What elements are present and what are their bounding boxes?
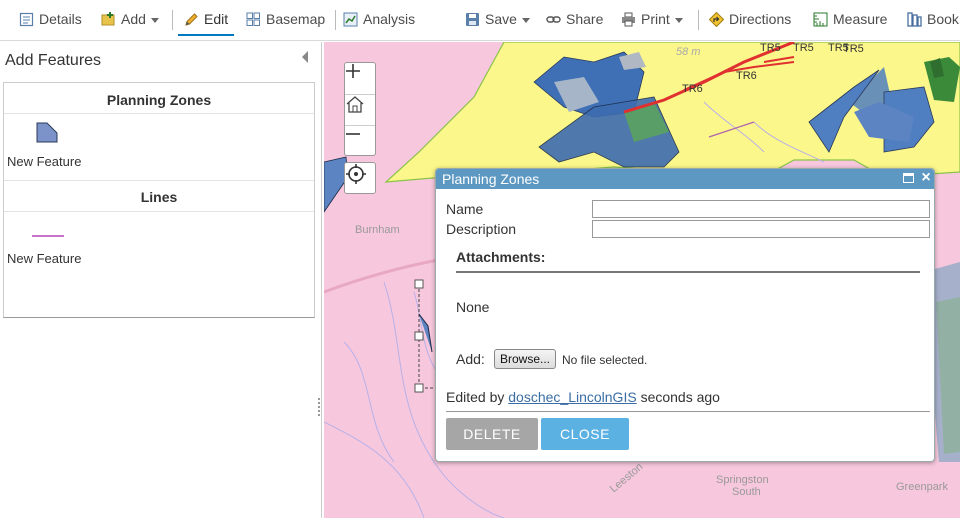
minus-icon: [346, 133, 360, 135]
zoom-out-button[interactable]: [345, 125, 375, 156]
maximize-icon[interactable]: [903, 173, 914, 183]
print-label: Print: [641, 11, 670, 27]
toolbar-divider: [698, 10, 699, 30]
map-scale-text: 58 m: [676, 46, 701, 58]
collapse-panel-arrow-icon[interactable]: [302, 51, 308, 63]
printer-icon: [621, 12, 636, 27]
polygon-symbol-icon: [35, 121, 59, 146]
attachments-title: Attachments:: [456, 249, 546, 265]
road-label: TR5: [793, 42, 814, 54]
place-label: South: [732, 486, 761, 498]
directions-button[interactable]: Directions: [708, 0, 792, 38]
details-label: Details: [39, 11, 82, 27]
add-label: Add: [121, 11, 146, 27]
line-symbol-icon: [32, 226, 64, 242]
popup-divider: [446, 411, 930, 412]
share-label: Share: [566, 11, 604, 27]
template-item-label: New Feature: [7, 154, 82, 169]
delete-button[interactable]: DELETE: [446, 418, 538, 450]
basemap-grid-icon: [246, 12, 261, 27]
basemap-button[interactable]: Basemap: [246, 0, 325, 38]
divider: [4, 180, 314, 181]
basemap-label: Basemap: [266, 11, 326, 27]
template-group-header: Planning Zones: [106, 92, 212, 108]
measure-label: Measure: [833, 11, 888, 27]
attachments-divider: [456, 271, 920, 273]
road-label: TR5: [760, 42, 781, 54]
print-button[interactable]: Print: [621, 0, 683, 38]
template-item-planning-zone[interactable]: New Feature: [4, 114, 314, 180]
close-button[interactable]: CLOSE: [541, 418, 629, 450]
measure-ruler-icon: [813, 12, 828, 27]
chevron-down-icon: [674, 17, 683, 23]
locate-crosshair-icon: [346, 164, 366, 184]
add-button[interactable]: Add: [101, 0, 159, 38]
bookmarks-label: Book: [927, 11, 959, 27]
road-label: TR6: [682, 83, 703, 95]
template-item-line[interactable]: New Feature: [4, 212, 314, 278]
home-icon: [346, 96, 364, 113]
place-label: Springston: [716, 474, 769, 486]
edit-label: Edit: [204, 11, 229, 27]
analysis-label: Analysis: [363, 11, 416, 27]
add-data-icon: [101, 11, 116, 27]
toolbar-divider: [172, 10, 173, 30]
close-icon[interactable]: ×: [919, 170, 933, 186]
bookmarks-icon: [907, 11, 922, 27]
zoom-in-button[interactable]: [345, 63, 375, 94]
edit-button[interactable]: Edit: [177, 0, 235, 38]
edit-info: Edited by doschec_LincolnGIS seconds ago: [446, 389, 720, 405]
browse-button[interactable]: Browse...: [494, 349, 556, 369]
plus-icon: [346, 64, 360, 78]
chevron-down-icon: [150, 17, 159, 23]
locate-button[interactable]: [344, 162, 376, 194]
toolbar-divider: [335, 10, 336, 30]
field-label-name: Name: [446, 201, 484, 217]
edited-prefix: Edited by: [446, 389, 505, 405]
edited-suffix: seconds ago: [640, 389, 720, 405]
zoom-controls: [344, 62, 376, 156]
place-label: Burnham: [355, 224, 400, 236]
link-icon: [546, 12, 561, 27]
chevron-down-icon: [521, 17, 530, 23]
add-attachment-label: Add:: [456, 351, 485, 367]
pencil-icon: [184, 12, 199, 27]
save-icon: [465, 12, 480, 27]
details-icon: [19, 12, 34, 27]
directions-label: Directions: [729, 11, 792, 27]
panel-title: Add Features: [5, 52, 102, 69]
place-label: Greenpark: [896, 481, 948, 493]
directions-icon: [708, 11, 725, 27]
measure-button[interactable]: Measure: [813, 0, 887, 38]
feature-popup: Planning Zones × Name Description Attach…: [435, 168, 935, 462]
template-item-label: New Feature: [7, 251, 82, 266]
panel-resize-handle[interactable]: [318, 398, 320, 416]
popup-header: Planning Zones ×: [436, 169, 934, 189]
description-field[interactable]: [592, 220, 930, 238]
save-button[interactable]: Save: [465, 0, 530, 38]
analysis-button[interactable]: Analysis: [343, 0, 415, 38]
home-button[interactable]: [345, 94, 375, 125]
details-button[interactable]: Details: [19, 0, 82, 38]
save-label: Save: [485, 11, 517, 27]
attachments-empty-text: None: [456, 299, 490, 315]
no-file-selected-text: No file selected.: [562, 353, 648, 367]
editor-user-link[interactable]: doschec_LincolnGIS: [508, 389, 636, 405]
add-features-panel: Add Features Planning Zones New Feature …: [0, 42, 322, 518]
road-label: TR6: [736, 70, 757, 82]
share-button[interactable]: Share: [546, 0, 603, 38]
template-group-header: Lines: [140, 189, 178, 205]
name-field[interactable]: [592, 200, 930, 218]
top-toolbar: Details Add Edit Basemap Analysis Save S…: [0, 0, 960, 41]
road-label: TR5: [843, 43, 864, 55]
feature-template-picker: Planning Zones New Feature Lines New Fea…: [3, 82, 315, 318]
analysis-icon: [343, 12, 358, 27]
bookmarks-button[interactable]: Book: [907, 0, 959, 38]
field-label-description: Description: [446, 221, 517, 237]
popup-title: Planning Zones: [442, 171, 540, 187]
